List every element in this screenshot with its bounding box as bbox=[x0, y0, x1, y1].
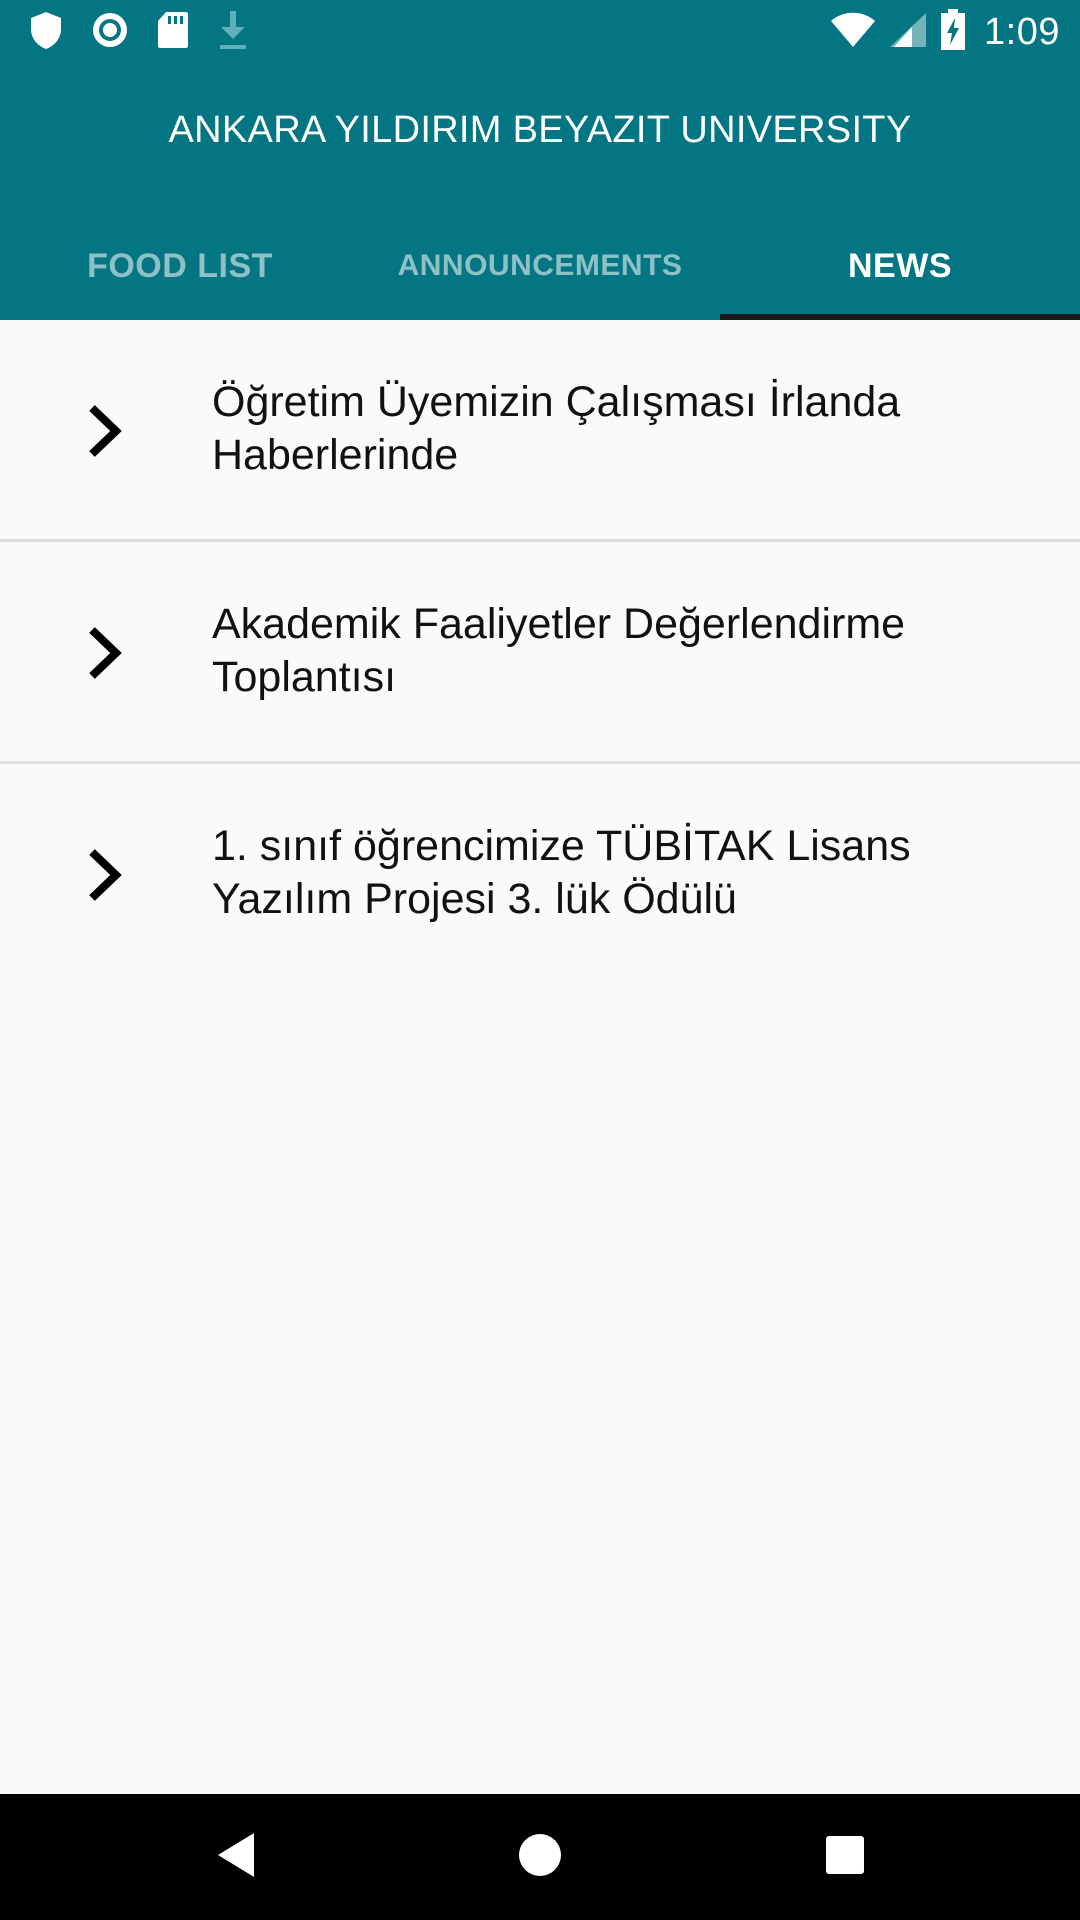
news-title: 1. sınıf öğrencimize TÜBİTAK Lisans Yazı… bbox=[212, 822, 911, 923]
home-icon bbox=[517, 1832, 563, 1883]
tab-announcements[interactable]: ANNOUNCEMENTS bbox=[360, 212, 720, 320]
home-button[interactable] bbox=[470, 1794, 610, 1920]
back-icon bbox=[214, 1831, 258, 1884]
status-bar: 1:09 bbox=[0, 0, 1080, 63]
chevron-right-icon bbox=[82, 402, 132, 460]
sd-card-icon bbox=[156, 10, 190, 55]
navigation-bar bbox=[0, 1794, 1080, 1920]
status-time: 1:09 bbox=[984, 10, 1060, 53]
chevron-right-icon bbox=[82, 846, 132, 904]
tab-label: ANNOUNCEMENTS bbox=[397, 249, 683, 282]
tab-news[interactable]: NEWS bbox=[720, 212, 1080, 320]
app-bar: 1:09 ANKARA YILDIRIM BEYAZIT UNIVERSITY … bbox=[0, 0, 1080, 320]
recents-button[interactable] bbox=[775, 1794, 915, 1920]
tab-food-list[interactable]: FOOD LIST bbox=[0, 212, 360, 320]
shield-icon bbox=[28, 10, 64, 55]
radio-icon bbox=[90, 10, 130, 55]
tab-label: FOOD LIST bbox=[87, 246, 273, 285]
list-item[interactable]: Akademik Faaliyetler Değerlendirme Topla… bbox=[0, 542, 1080, 764]
tab-label: NEWS bbox=[848, 246, 952, 285]
app-title: ANKARA YILDIRIM BEYAZIT UNIVERSITY bbox=[168, 109, 912, 151]
cell-signal-icon bbox=[888, 11, 928, 54]
recents-icon bbox=[824, 1834, 866, 1881]
news-list: Öğretim Üyemizin Çalışması İrlanda Haber… bbox=[0, 320, 1080, 986]
battery-charging-icon bbox=[940, 8, 966, 56]
back-button[interactable] bbox=[166, 1794, 306, 1920]
news-title: Öğretim Üyemizin Çalışması İrlanda Haber… bbox=[212, 378, 901, 479]
list-item[interactable]: Öğretim Üyemizin Çalışması İrlanda Haber… bbox=[0, 320, 1080, 542]
news-title: Akademik Faaliyetler Değerlendirme Topla… bbox=[212, 600, 906, 701]
wifi-icon bbox=[830, 11, 876, 54]
list-item[interactable]: 1. sınıf öğrencimize TÜBİTAK Lisans Yazı… bbox=[0, 764, 1080, 986]
download-icon bbox=[216, 9, 250, 56]
chevron-right-icon bbox=[82, 624, 132, 682]
tab-bar: FOOD LIST ANNOUNCEMENTS NEWS bbox=[0, 212, 1080, 320]
